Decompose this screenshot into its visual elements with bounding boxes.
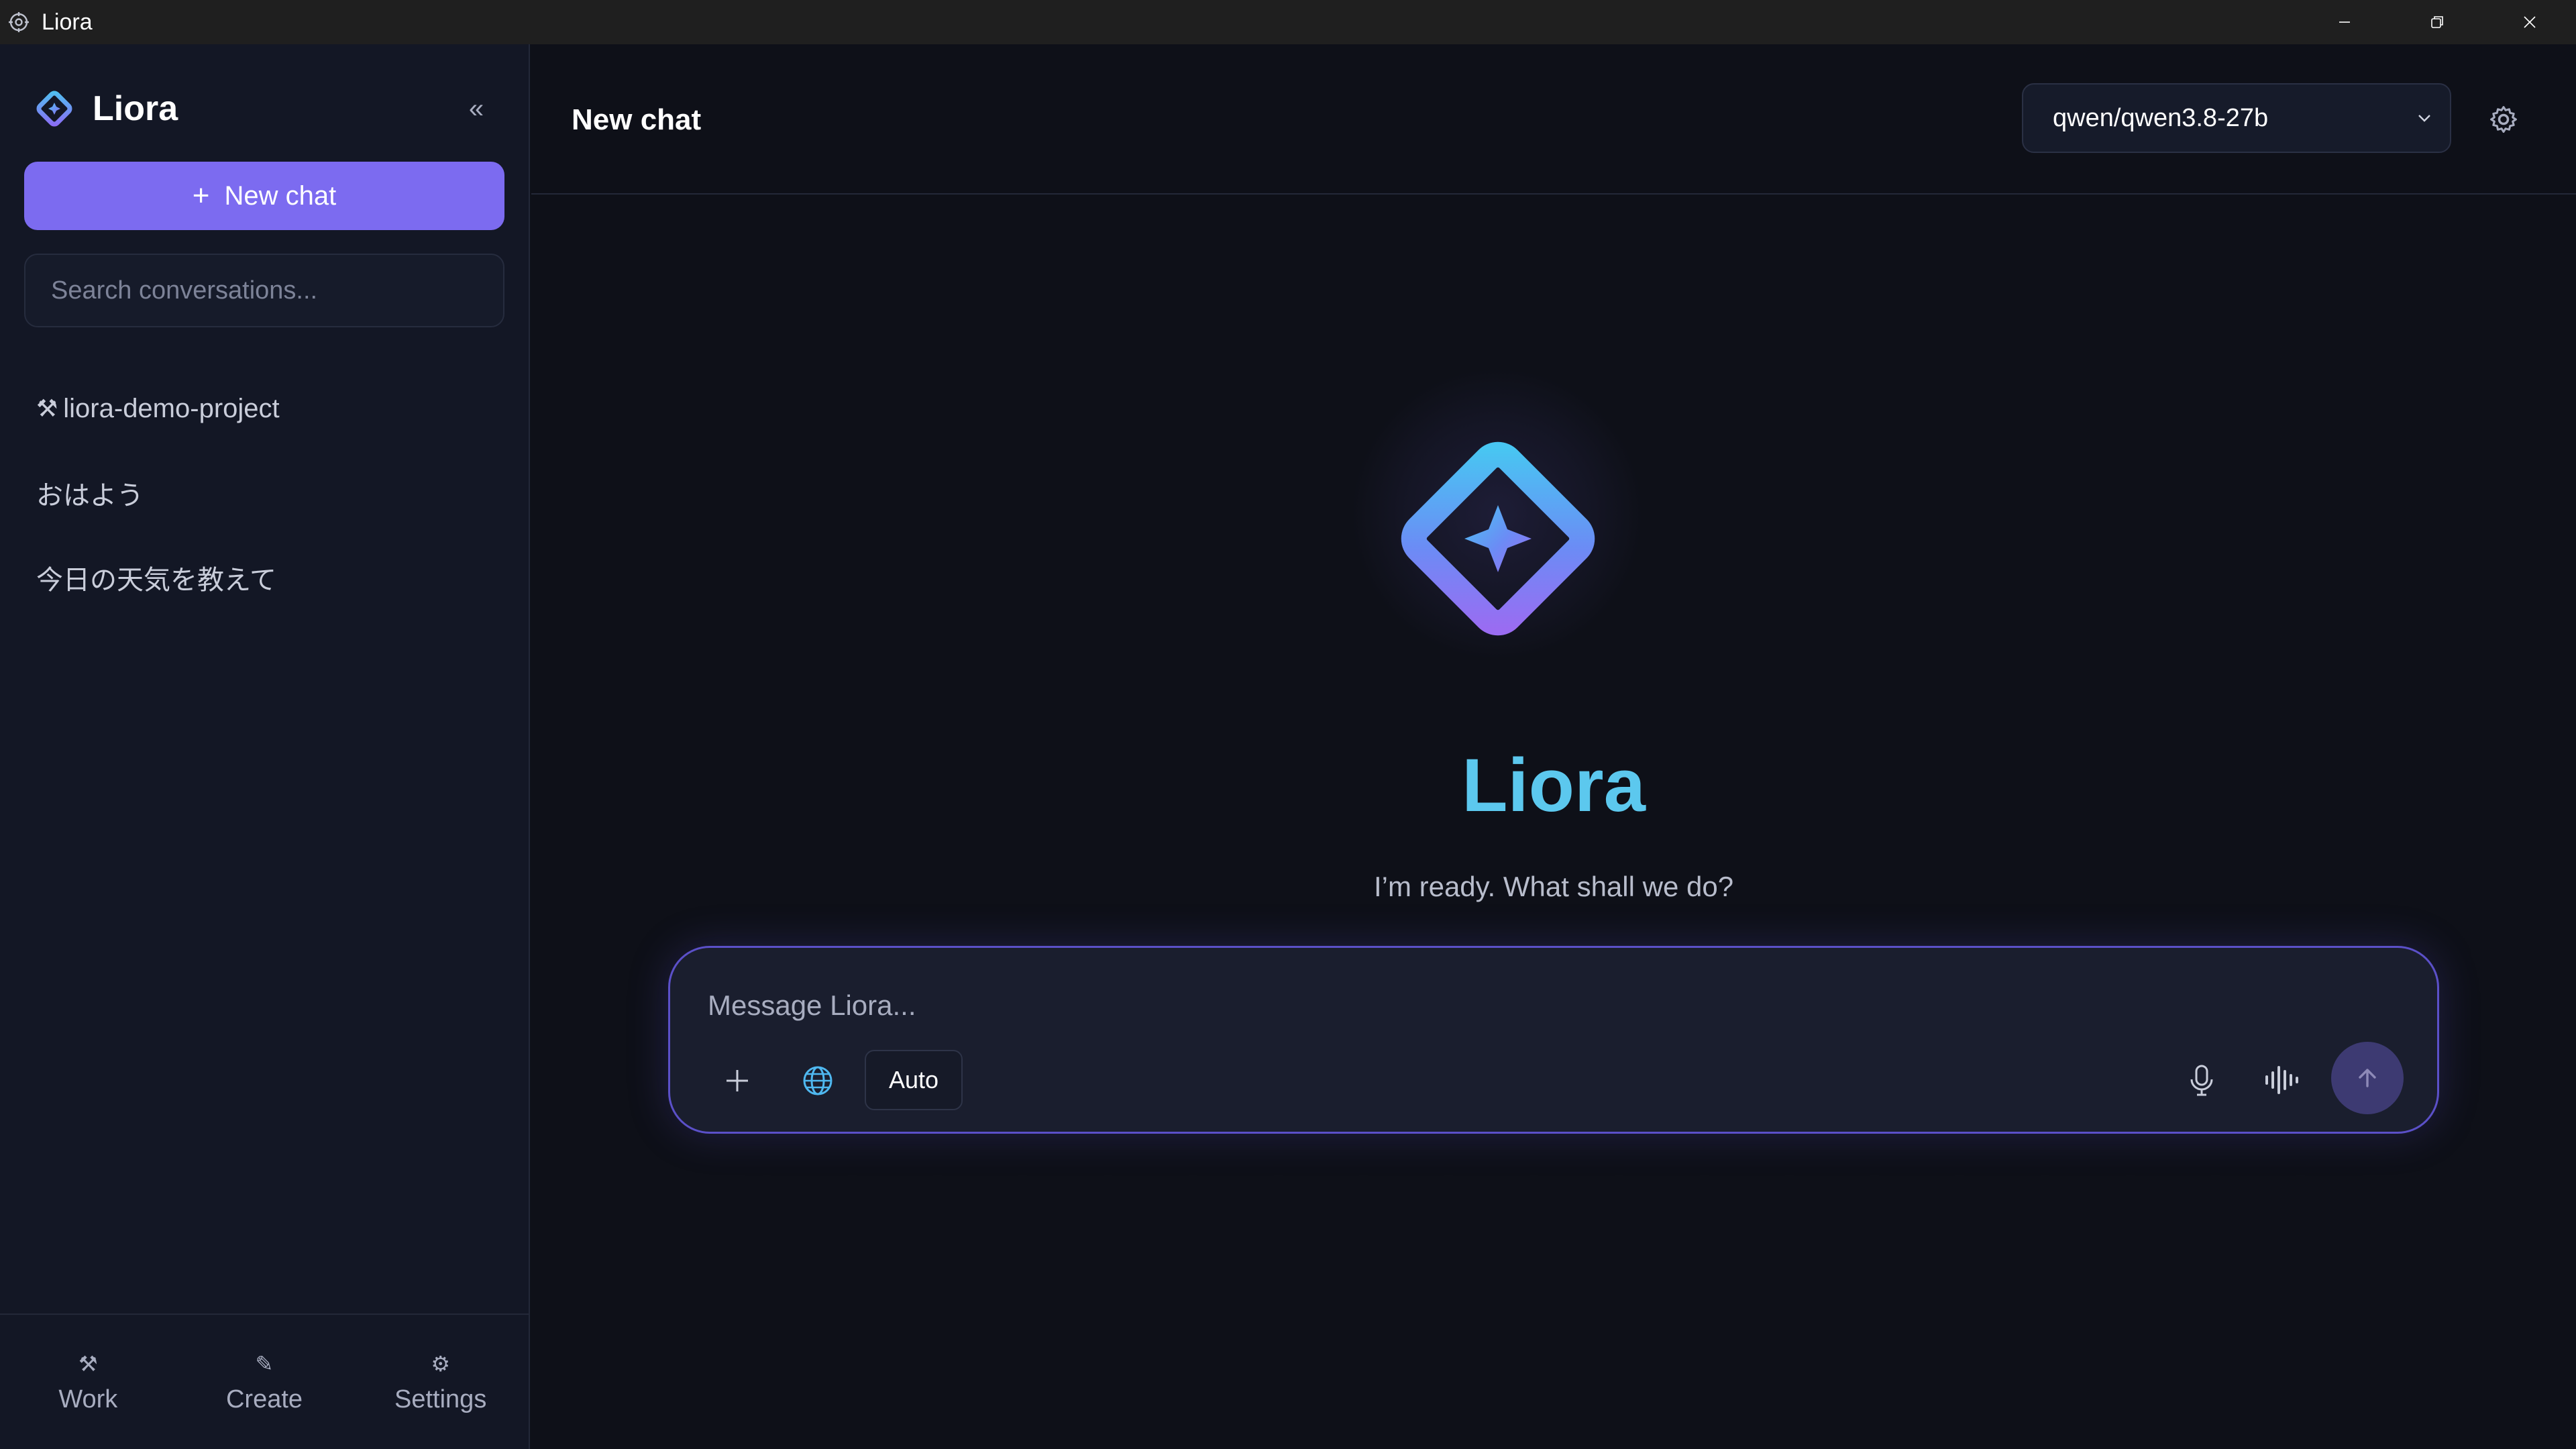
conversation-item[interactable]: おはよう [0,451,529,535]
message-input[interactable] [708,985,2318,1026]
conversation-list: ⚒ liora-demo-project おはよう 今日の天気を教えて [0,366,529,620]
title-bar: Liora [0,0,2576,44]
main-header: New chat qwen/qwen3.8-27b [531,44,2576,195]
model-select-value: qwen/qwen3.8-27b [2053,103,2269,132]
pencil-icon: ✎ [255,1351,274,1376]
close-button[interactable] [2483,0,2576,44]
conversation-label: おはよう [36,481,144,511]
diamond-logo-icon [1401,441,1595,636]
minimize-button[interactable] [2298,0,2391,44]
conversation-label: liora-demo-project [63,393,280,423]
window-controls [2298,0,2576,44]
settings-label: Settings [394,1385,487,1413]
window-title: Liora [42,9,93,35]
hero-subtitle: I’m ready. What shall we do? [1373,871,1734,902]
conversation-label: 今日の天気を教えて [36,566,276,595]
sidebar-footer: ⚒ Work ✎ Create ⚙ Settings [0,1313,529,1449]
gear-icon[interactable] [2486,102,2521,137]
minimize-icon [2339,21,2350,23]
microphone-icon[interactable] [2181,1059,2222,1101]
sidebar-header: Liora « [0,44,529,162]
waveform-icon[interactable] [2260,1059,2303,1101]
search-box [24,254,504,327]
sidebar-brand: Liora [93,89,178,128]
main-panel: New chat qwen/qwen3.8-27b Liora I’m read… [531,44,2576,1449]
diamond-logo-icon [36,91,72,127]
collapse-sidebar-button[interactable]: « [456,91,496,126]
restore-button[interactable] [2391,0,2483,44]
work-label: Work [58,1385,118,1413]
create-label: Create [225,1385,303,1413]
plus-icon: + [192,179,210,212]
globe-icon[interactable] [798,1061,838,1101]
settings-button[interactable]: ⚙ Settings [352,1315,529,1449]
send-button[interactable] [2331,1042,2404,1114]
sidebar: Liora « + New chat ⚒ liora-demo-project … [0,44,530,1449]
app-icon [9,12,29,32]
mode-auto-button[interactable]: Auto [865,1050,963,1110]
attach-plus-icon[interactable] [717,1061,757,1101]
hammer-pick-icon: ⚒ [78,1351,98,1376]
create-button[interactable]: ✎ Create [176,1315,353,1449]
model-select[interactable]: qwen/qwen3.8-27b [2022,83,2451,153]
chevron-down-icon [2418,115,2430,122]
close-icon [2524,16,2536,28]
message-composer: Auto [668,946,2439,1134]
conversation-item[interactable]: 今日の天気を教えて [0,535,529,620]
page-title: New chat [572,103,702,136]
work-button[interactable]: ⚒ Work [0,1315,176,1449]
hammer-pick-icon: ⚒ [36,394,58,422]
conversation-item[interactable]: ⚒ liora-demo-project [0,366,529,451]
hero-title: Liora [1462,743,1646,827]
arrow-up-icon [2359,1069,2376,1087]
gear-icon: ⚙ [431,1351,451,1376]
new-chat-button[interactable]: + New chat [24,162,504,230]
restore-icon [2431,16,2443,28]
search-input[interactable] [51,276,503,305]
new-chat-label: New chat [224,180,337,211]
